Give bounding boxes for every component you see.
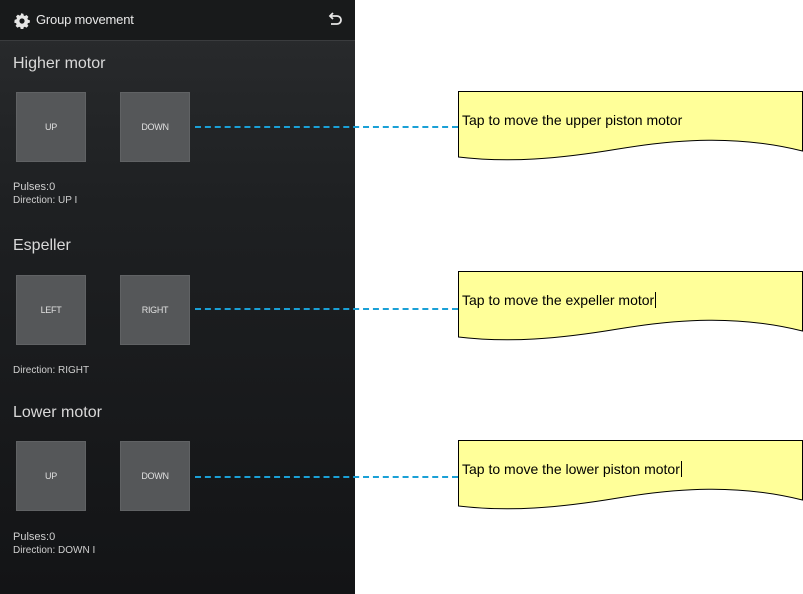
espeller-right-button[interactable]: RIGHT xyxy=(120,275,190,345)
higher-motor-direction: Direction: UP I xyxy=(13,195,78,206)
section-title-espeller: Espeller xyxy=(13,237,71,254)
section-title-higher-motor: Higher motor xyxy=(13,55,106,72)
lower-motor-pulses: Pulses:0 xyxy=(13,531,56,543)
callout-text: Tap to move the lower piston motor xyxy=(462,461,682,477)
higher-motor-up-button[interactable]: UP xyxy=(16,92,86,162)
higher-motor-pulses: Pulses:0 xyxy=(13,181,56,193)
higher-motor-status: Pulses:0 Direction: UP I xyxy=(13,181,77,207)
espeller-direction: Direction: RIGHT xyxy=(13,365,90,376)
callout-upper-piston: Tap to move the upper piston motor xyxy=(458,91,803,163)
lower-motor-up-button[interactable]: UP xyxy=(16,441,86,511)
connector-line-expeller xyxy=(195,308,458,310)
section-title-lower-motor: Lower motor xyxy=(13,404,102,421)
higher-motor-down-button[interactable]: DOWN xyxy=(120,92,190,162)
app-title: Group movement xyxy=(36,12,134,27)
phone-screen: Group movement Higher motor UP DOWN Puls… xyxy=(0,0,355,594)
lower-motor-down-button[interactable]: DOWN xyxy=(120,441,190,511)
gear-icon[interactable] xyxy=(14,13,30,29)
back-icon[interactable] xyxy=(325,10,345,30)
espeller-left-button[interactable]: LEFT xyxy=(16,275,86,345)
app-bar: Group movement xyxy=(0,0,355,41)
callout-expeller: Tap to move the expeller motor xyxy=(458,271,803,343)
connector-line-upper xyxy=(195,126,458,128)
connector-line-lower xyxy=(195,476,458,478)
lower-motor-status: Pulses:0 Direction: DOWN I xyxy=(13,531,95,557)
espeller-status: Direction: RIGHT xyxy=(13,364,89,377)
callout-text: Tap to move the expeller motor xyxy=(462,292,657,308)
callout-lower-piston: Tap to move the lower piston motor xyxy=(458,440,803,512)
callout-text: Tap to move the upper piston motor xyxy=(462,112,683,128)
lower-motor-direction: Direction: DOWN I xyxy=(13,545,96,556)
